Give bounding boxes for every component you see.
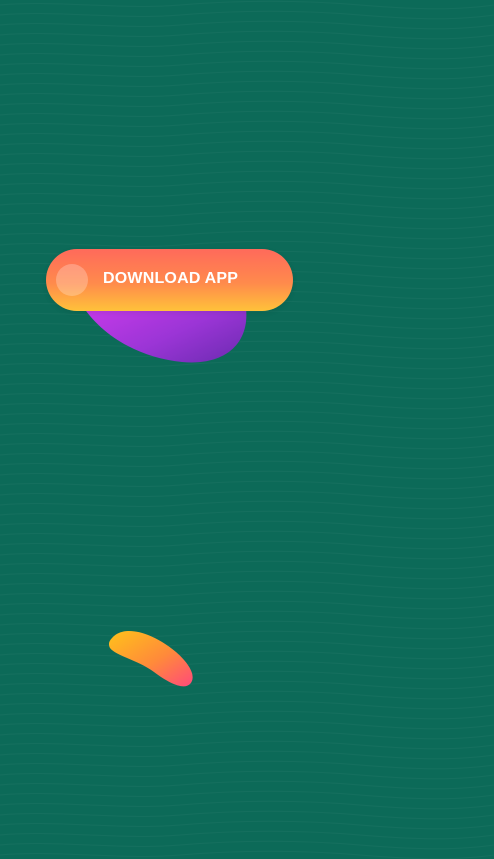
download-app-button[interactable]: DOWNLOAD APP	[46, 249, 293, 311]
download-app-label: DOWNLOAD APP	[103, 270, 239, 287]
splash-screen: DOWNLOAD APP	[0, 0, 494, 859]
button-circle-icon	[56, 264, 88, 296]
wave-pattern-background	[0, 0, 494, 859]
orange-blob-decoration	[108, 630, 193, 687]
